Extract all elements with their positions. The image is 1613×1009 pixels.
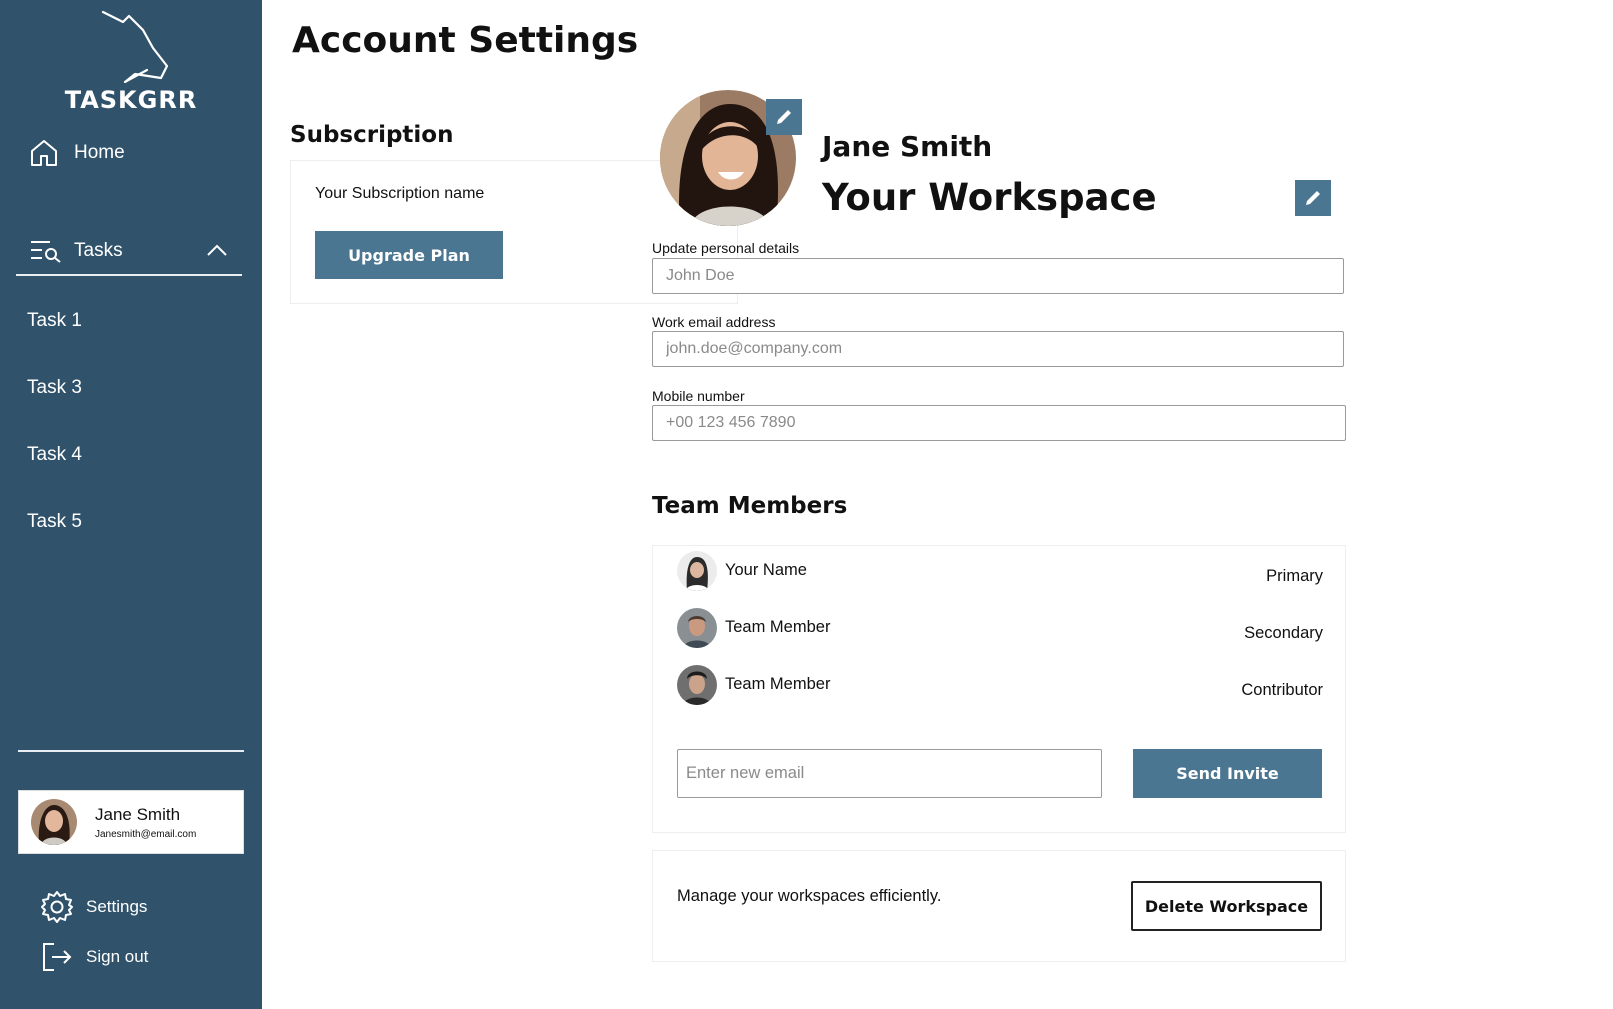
team-members-card: Your Name Primary Team Member Secondary … [652, 545, 1346, 833]
workspace-name: Your Workspace [822, 176, 1157, 219]
sidebar-task-item[interactable]: Task 1 [27, 310, 82, 332]
member-role: Secondary [1244, 624, 1323, 642]
email-field[interactable] [652, 331, 1344, 367]
sidebar-item-settings[interactable]: Settings [40, 890, 147, 924]
logo-text: TASKGRR [64, 86, 198, 114]
mobile-label: Mobile number [652, 388, 745, 404]
sidebar-task-item[interactable]: Task 3 [27, 377, 82, 399]
list-item[interactable]: Team Member Contributor [677, 665, 1323, 707]
pencil-icon [1306, 191, 1320, 205]
team-members-title: Team Members [652, 493, 848, 519]
user-name: Jane Smith [95, 804, 181, 824]
profile-name: Jane Smith [822, 130, 993, 163]
edit-avatar-button[interactable] [766, 99, 802, 135]
mobile-field[interactable] [652, 405, 1346, 441]
upgrade-plan-button[interactable]: Upgrade Plan [315, 231, 503, 279]
subscription-name: Your Subscription name [315, 185, 485, 202]
user-card[interactable]: Jane Smith Janesmith@email.com [18, 790, 244, 854]
app-logo[interactable]: TASKGRR [0, 0, 262, 115]
sidebar-item-label: Home [74, 142, 125, 163]
sidebar-item-label: Sign out [86, 947, 149, 966]
sidebar-item-signout[interactable]: Sign out [40, 940, 148, 974]
member-role: Primary [1266, 567, 1323, 585]
invite-email-input[interactable] [677, 749, 1102, 798]
pencil-icon [777, 110, 791, 124]
user-email: Janesmith@email.com [95, 828, 197, 840]
chevron-up-icon[interactable] [206, 240, 228, 260]
member-name: Your Name [725, 561, 807, 579]
tasks-search-icon [31, 241, 61, 263]
member-role: Contributor [1241, 681, 1323, 699]
personal-details-field[interactable] [652, 258, 1344, 294]
list-item[interactable]: Your Name Primary [677, 551, 1323, 593]
member-name: Team Member [725, 618, 831, 636]
sidebar-task-item[interactable]: Task 5 [27, 511, 82, 533]
member-name: Team Member [725, 675, 831, 693]
subscription-title: Subscription [290, 122, 454, 148]
personal-details-label: Update personal details [652, 240, 800, 256]
email-label: Work email address [652, 314, 776, 330]
avatar [677, 551, 717, 591]
avatar [31, 799, 77, 845]
sidebar-divider [18, 750, 244, 752]
sidebar-item-home[interactable]: Home [28, 136, 125, 170]
edit-workspace-button[interactable] [1295, 180, 1331, 216]
sign-out-icon [43, 943, 72, 971]
avatar [677, 665, 717, 705]
gear-icon [41, 891, 73, 923]
home-icon [31, 140, 57, 166]
tiger-logo-icon [101, 10, 169, 83]
sidebar-item-label: Tasks [74, 240, 123, 261]
manage-workspace-card: Manage your workspaces efficiently. Dele… [652, 850, 1346, 962]
manage-text: Manage your workspaces efficiently. [677, 887, 942, 905]
sidebar-item-label: Settings [86, 897, 148, 916]
avatar [677, 608, 717, 648]
send-invite-button[interactable]: Send Invite [1133, 749, 1322, 798]
sidebar-item-tasks[interactable]: Tasks [16, 228, 242, 276]
page-title: Account Settings [292, 20, 639, 61]
sidebar-task-item[interactable]: Task 4 [27, 444, 82, 466]
delete-workspace-button[interactable]: Delete Workspace [1131, 881, 1322, 931]
list-item[interactable]: Team Member Secondary [677, 608, 1323, 650]
sidebar: TASKGRR Home Tasks Task 1 Task 3 Task 4 … [0, 0, 262, 1009]
